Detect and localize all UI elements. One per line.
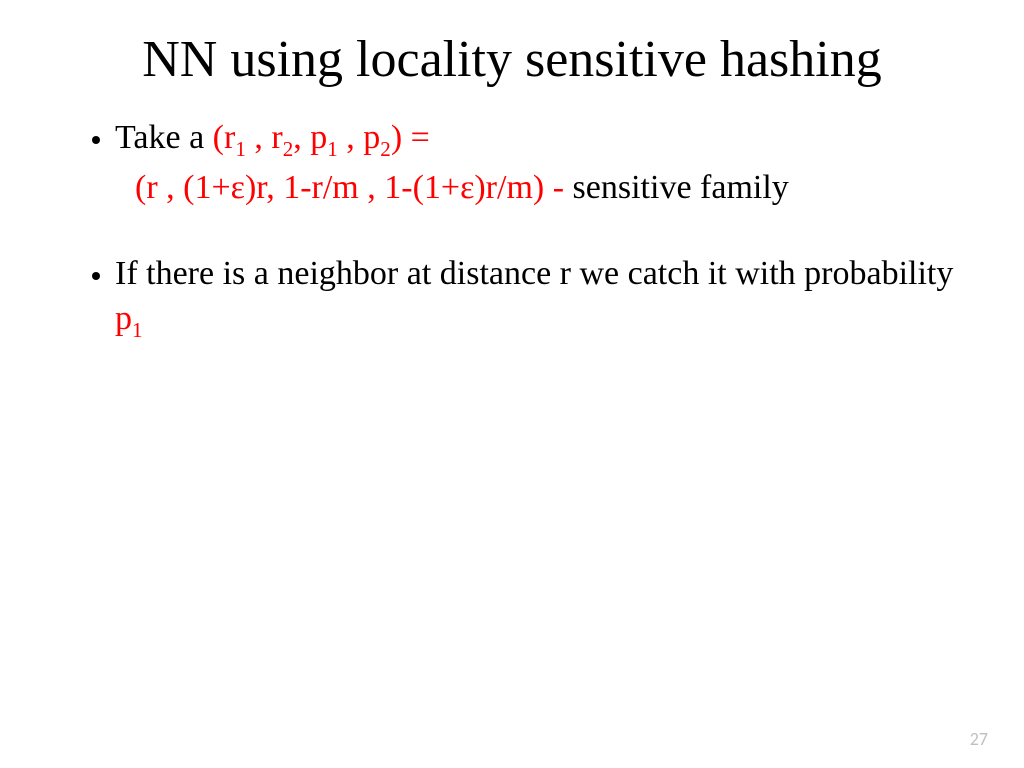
epsilon-2: ε: [460, 169, 474, 206]
p-sub: 1: [132, 318, 143, 342]
p-base: p: [115, 300, 132, 337]
page-number: 27: [970, 728, 988, 750]
r1-sub: 1: [235, 137, 246, 161]
p2-sub: 2: [380, 137, 391, 161]
params-close: ) =: [391, 119, 430, 156]
vals-c: )r/m) -: [474, 169, 572, 206]
bullet-2-text: If there is a neighbor at distance r we …: [115, 255, 953, 292]
r1-base: (r: [213, 119, 236, 156]
slide-title: NN using locality sensitive hashing: [60, 30, 964, 90]
p1-sub: 1: [327, 137, 338, 161]
bullet-1-lead: Take a: [115, 119, 213, 156]
bullet-2-p1: p1: [115, 300, 143, 337]
values-tuple: (r , (1+ε)r, 1-r/m , 1-(1+ε)r/m) -: [135, 169, 573, 206]
vals-a: (r , (1+: [135, 169, 231, 206]
r2-base: , r: [246, 119, 283, 156]
p2-base: , p: [338, 119, 381, 156]
epsilon-1: ε: [231, 169, 245, 206]
bullet-1-params: (r1 , r2, p1 , p2) =: [213, 119, 430, 156]
slide-body: Take a (r1 , r2, p1 , p2) = (r , (1+ε)r,…: [60, 115, 964, 343]
bullet-1: Take a (r1 , r2, p1 , p2) = (r , (1+ε)r,…: [115, 115, 964, 211]
r2-sub: 2: [283, 137, 294, 161]
p1-base: , p: [293, 119, 327, 156]
vals-b: )r, 1-r/m , 1-(1+: [245, 169, 460, 206]
bullet-2: If there is a neighbor at distance r we …: [115, 251, 964, 343]
bullet-1-line2: (r , (1+ε)r, 1-r/m , 1-(1+ε)r/m) - sensi…: [135, 165, 964, 211]
sensitive-family-label: sensitive family: [573, 169, 789, 206]
slide: NN using locality sensitive hashing Take…: [0, 0, 1024, 768]
